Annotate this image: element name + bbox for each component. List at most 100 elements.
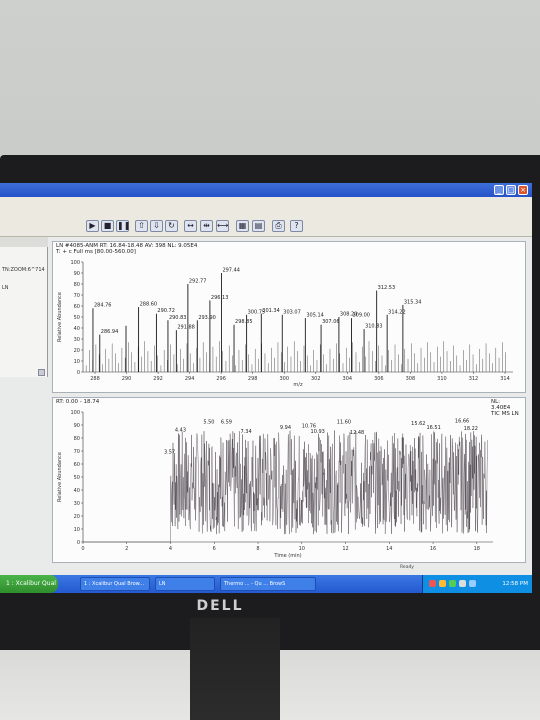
minimize-button[interactable]: _ <box>494 185 504 195</box>
rt-label: 3.57 <box>164 450 175 456</box>
help-icon[interactable]: ? <box>290 220 303 232</box>
status-bar-text: Ready <box>400 565 414 570</box>
tray-icon-5[interactable] <box>469 580 476 587</box>
rt-label: 15.62 <box>411 421 425 427</box>
peak-label: 293.90 <box>198 315 216 321</box>
toolbar: ▶ ■ ❚❚ ⇧ ⇩ ↻ ↔ ⇹ ⟷ ▦ ▤ ⎙ ? <box>0 197 532 237</box>
tray-icon-1[interactable] <box>429 580 436 587</box>
scroll-arrow-icon[interactable] <box>38 369 45 376</box>
x-axis-label: Time (min) <box>273 553 301 559</box>
peak-label: 309.00 <box>352 313 370 319</box>
y-tick-label: 50 <box>74 315 80 321</box>
clock: 12:58 PM <box>502 581 528 587</box>
spectrum-panel: LN #4085-ANM RT: 16.84-18.48 AV: 398 NL:… <box>52 241 526 393</box>
peak-label: 290.83 <box>169 315 187 321</box>
y-axis-label: Relative Abundance <box>57 452 63 502</box>
down-icon[interactable]: ⇩ <box>150 220 163 232</box>
paste-icon[interactable]: ▤ <box>252 220 265 232</box>
peak-label: 307.06 <box>322 319 340 325</box>
x-axis-label: m/z <box>293 382 303 388</box>
print-icon[interactable]: ⎙ <box>272 220 285 232</box>
left-panel-text-2: LN <box>2 285 9 291</box>
x-tick-label: 300 <box>279 376 289 382</box>
y-tick-label: 10 <box>74 527 80 533</box>
maximize-button[interactable]: □ <box>506 185 516 195</box>
y-tick-label: 40 <box>74 326 80 332</box>
monitor-stand <box>190 618 280 720</box>
peak-label: 284.76 <box>94 303 112 309</box>
grid-icon[interactable]: ▦ <box>236 220 249 232</box>
tray-icon-3[interactable] <box>449 580 456 587</box>
peak-label: 310.83 <box>365 324 383 330</box>
left-panel-text: TN:ZOOM:6^714 <box>2 267 45 273</box>
x-tick-label: 8 <box>256 546 259 552</box>
x-tick-label: 306 <box>374 376 384 382</box>
tray-icon-2[interactable] <box>439 580 446 587</box>
peak-label: 303.07 <box>283 309 301 315</box>
y-tick-label: 100 <box>70 410 80 416</box>
close-button[interactable]: × <box>518 185 528 195</box>
pause-icon[interactable]: ❚❚ <box>116 220 130 232</box>
rt-label: 4.43 <box>175 428 186 434</box>
peak-label: 312.53 <box>378 285 396 291</box>
tray-icon-4[interactable] <box>459 580 466 587</box>
rt-label: 16.51 <box>426 425 440 431</box>
taskbar-item-ln[interactable]: LN <box>155 577 215 591</box>
peak-label: 301.34 <box>262 308 280 314</box>
window-titlebar: _ □ × <box>0 183 532 197</box>
x-tick-label: 6 <box>213 546 216 552</box>
y-tick-label: 50 <box>74 475 80 481</box>
peak-label: 286.94 <box>101 329 119 335</box>
peak-label: 298.85 <box>235 319 253 325</box>
x-tick-label: 16 <box>430 546 436 552</box>
y-tick-label: 70 <box>74 449 80 455</box>
peak-label: 315.34 <box>404 299 422 305</box>
x-tick-label: 302 <box>311 376 321 382</box>
rt-label: 10.93 <box>311 429 325 435</box>
stop-icon[interactable]: ■ <box>101 220 114 232</box>
zoom-out-icon[interactable]: ⇹ <box>200 220 213 232</box>
peak-label: 292.77 <box>189 279 207 285</box>
y-tick-label: 0 <box>77 370 80 376</box>
mass-spectrum-chart: 0 10 20 30 40 50 60 70 80 90 100 288 290 292 294 296 298… <box>57 260 513 388</box>
play-icon[interactable]: ▶ <box>86 220 99 232</box>
taskbar-item-xcalibur[interactable]: 1 : Xcalibur Qual Brow... <box>80 577 150 591</box>
x-tick-label: 296 <box>216 376 226 382</box>
y-tick-label: 20 <box>74 348 80 354</box>
taskbar-item-browser[interactable]: Thermo ... - Qu ... BrowS <box>220 577 316 591</box>
zoom-in-icon[interactable]: ↔ <box>184 220 197 232</box>
system-tray: 12:58 PM <box>422 575 532 593</box>
refresh-icon[interactable]: ↻ <box>165 220 178 232</box>
x-tick-label: 288 <box>90 376 100 382</box>
tic-trace <box>83 430 488 543</box>
peak-label: 297.44 <box>222 268 240 274</box>
rt-label: 12.48 <box>350 430 364 436</box>
rt-label: 6.59 <box>221 420 232 426</box>
x-tick-label: 0 <box>81 546 84 552</box>
peak-label: 296.13 <box>211 295 229 301</box>
y-tick-label: 90 <box>74 271 80 277</box>
y-axis-label: Relative Abundance <box>57 292 63 342</box>
y-tick-label: 0 <box>77 540 80 546</box>
monitor-screen: _ □ × ▶ ■ ❚❚ ⇧ ⇩ ↻ ↔ ⇹ ⟷ ▦ ▤ ⎙ ? TN:ZOOM… <box>0 183 532 593</box>
rt-label: 5.50 <box>203 420 214 426</box>
x-tick-label: 12 <box>342 546 348 552</box>
start-button[interactable]: 1 : Xcalibur Qual Browser <box>0 575 58 593</box>
rt-label: 18.22 <box>464 426 478 432</box>
y-tick-label: 60 <box>74 462 80 468</box>
pan-icon[interactable]: ⟷ <box>216 220 229 232</box>
y-tick-label: 40 <box>74 488 80 494</box>
x-tick-label: 312 <box>469 376 479 382</box>
y-tick-label: 10 <box>74 359 80 365</box>
x-tick-label: 290 <box>122 376 132 382</box>
up-icon[interactable]: ⇧ <box>135 220 148 232</box>
y-tick-label: 20 <box>74 514 80 520</box>
peak-label: 305.14 <box>306 313 324 319</box>
y-tick-label: 90 <box>74 423 80 429</box>
x-tick-label: 298 <box>248 376 258 382</box>
peak-label: 291.88 <box>177 325 195 331</box>
y-tick-label: 100 <box>70 260 80 266</box>
chromatogram-panel: RT: 0.00 - 18.74 NL: 3.40E4 TIC MS LN 01… <box>52 397 526 563</box>
x-tick-label: 304 <box>343 376 353 382</box>
rt-label: 9.94 <box>280 425 291 431</box>
